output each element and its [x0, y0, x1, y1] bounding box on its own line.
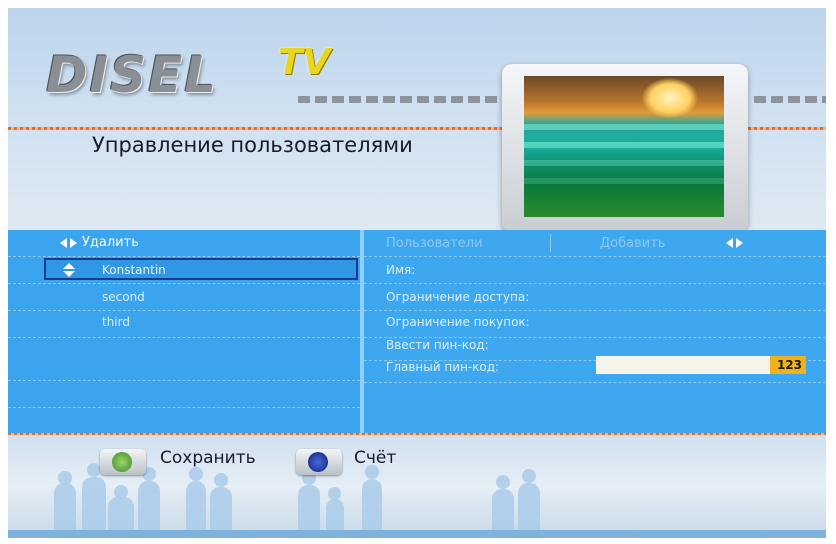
list-item	[8, 354, 360, 381]
panel-divider	[360, 230, 364, 435]
blue-circle-icon	[308, 452, 328, 472]
decor-dots-left	[298, 96, 498, 103]
tv-menu-screen: DISEL TV Управление пользователями Удали…	[8, 8, 826, 538]
save-button-icon[interactable]	[100, 449, 146, 475]
field-label: Ввести пин-код:	[386, 338, 489, 352]
user-list-panel: Удалить Konstantin second third	[8, 230, 360, 435]
logo-main-text: DISEL	[46, 46, 219, 104]
decor-line-right	[748, 127, 826, 130]
field-label: Ограничение доступа:	[386, 290, 530, 304]
tab-users[interactable]: Пользователи	[386, 236, 483, 251]
user-management-panel: Удалить Konstantin second third Пользова…	[8, 230, 826, 435]
list-item[interactable]: third	[8, 311, 360, 338]
decor-dots-right	[754, 96, 826, 103]
account-button-icon[interactable]	[296, 449, 342, 475]
delete-row[interactable]: Удалить	[8, 230, 360, 257]
sun-glow	[642, 78, 698, 118]
list-item	[8, 407, 360, 434]
logo-tv-text: TV	[278, 42, 331, 83]
field-row-access-limit[interactable]: Ограничение доступа:	[364, 284, 826, 311]
bottom-strip	[8, 530, 826, 538]
list-item[interactable]: second	[8, 284, 360, 311]
tv-preview-image	[524, 76, 724, 217]
decor-line-left	[8, 127, 502, 130]
master-pin-field[interactable]: 123	[596, 356, 806, 374]
tab-separator	[550, 234, 551, 252]
selected-user-row[interactable]: Konstantin	[44, 258, 358, 280]
field-row-name[interactable]: Имя:	[364, 257, 826, 284]
footer-area: Сохранить Счёт	[8, 435, 826, 538]
user-details-panel: Пользователи Добавить Имя: Ограничение д…	[364, 230, 826, 435]
field-label: Имя:	[386, 263, 416, 277]
left-right-arrows-icon	[726, 236, 746, 250]
account-label[interactable]: Счёт	[354, 448, 396, 468]
list-item	[8, 381, 360, 408]
tab-add[interactable]: Добавить	[600, 236, 665, 251]
user-name: Konstantin	[102, 263, 166, 277]
tv-preview-frame	[502, 64, 748, 232]
user-name: third	[102, 315, 130, 329]
page-title: Управление пользователями	[92, 133, 413, 157]
left-right-arrows-icon	[60, 236, 80, 250]
delete-label: Удалить	[82, 235, 139, 250]
green-circle-icon	[112, 452, 132, 472]
up-down-arrows-icon	[62, 263, 76, 277]
master-pin-value: 123	[770, 356, 806, 374]
user-name: second	[102, 290, 145, 304]
save-label[interactable]: Сохранить	[160, 448, 256, 468]
header-area: DISEL TV Управление пользователями	[8, 8, 826, 232]
field-label: Ограничение покупок:	[386, 315, 530, 329]
tabs-row: Пользователи Добавить	[364, 230, 826, 257]
field-label: Главный пин-код:	[386, 360, 500, 374]
list-item	[364, 407, 826, 433]
